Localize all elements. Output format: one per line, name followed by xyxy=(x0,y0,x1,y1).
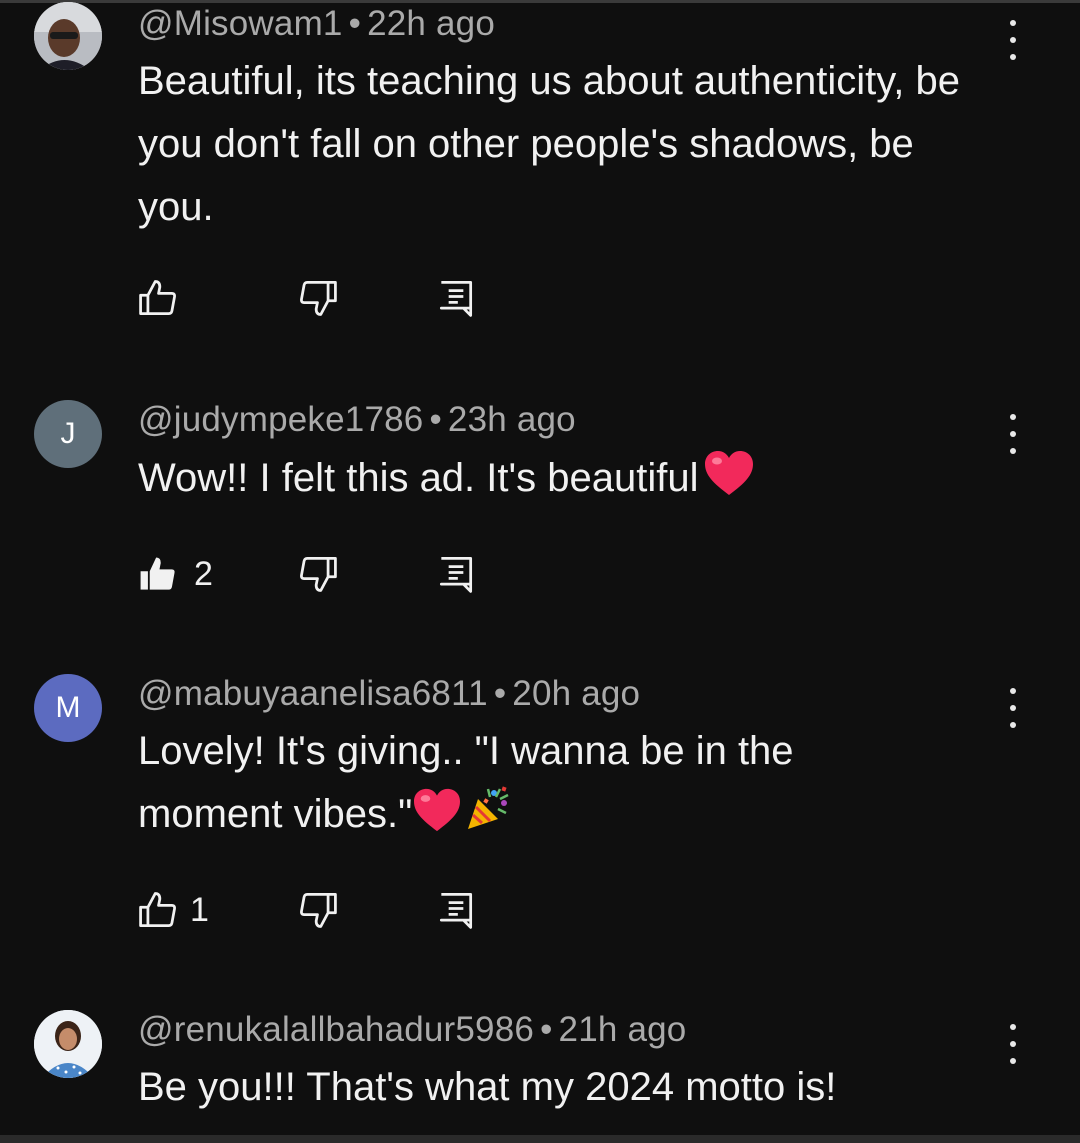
more-vert-icon[interactable] xyxy=(996,688,1030,728)
thumb-up-filled-icon xyxy=(140,557,175,590)
heart-emoji-icon xyxy=(412,787,462,852)
meta-separator: • xyxy=(429,400,442,439)
more-vert-icon[interactable] xyxy=(996,1024,1030,1064)
dislike-button[interactable] xyxy=(296,276,340,320)
comment-reply-icon xyxy=(439,281,473,317)
comment-text: Be you!!! That's what my 2024 motto is! xyxy=(138,1065,837,1109)
comment-text-container: Lovely! It's giving.. "I wanna be in the… xyxy=(138,720,858,852)
like-button[interactable] xyxy=(136,276,180,320)
like-button[interactable]: 1 xyxy=(136,888,209,932)
comment-author[interactable]: @judympeke1786 xyxy=(138,400,423,439)
thumb-down-icon xyxy=(300,893,337,928)
avatar-photo-icon xyxy=(34,1010,102,1078)
avatar[interactable] xyxy=(34,2,102,70)
meta-separator: • xyxy=(493,674,507,713)
reply-button[interactable] xyxy=(434,276,478,320)
avatar[interactable] xyxy=(34,1010,102,1078)
avatar-photo-icon xyxy=(34,2,102,70)
avatar[interactable]: M xyxy=(34,674,102,742)
thumb-up-icon xyxy=(139,892,176,927)
more-vert-icon[interactable] xyxy=(996,20,1030,60)
reply-button[interactable] xyxy=(434,552,478,596)
avatar[interactable]: J xyxy=(34,400,102,468)
comment-reply-icon xyxy=(439,557,473,593)
comment-author[interactable]: @mabuyaanelisa6811 xyxy=(138,674,488,713)
heart-emoji-icon xyxy=(703,449,755,516)
like-count: 1 xyxy=(190,890,209,929)
avatar-letter: M xyxy=(55,691,81,724)
comment-author[interactable]: @Misowam1 xyxy=(138,4,343,43)
meta-separator: • xyxy=(540,1010,553,1049)
avatar-letter: J xyxy=(60,417,76,450)
thumb-up-icon xyxy=(139,280,176,315)
thumb-down-icon xyxy=(300,557,337,592)
comment-text: Wow!! I felt this ad. It's beautiful xyxy=(138,456,699,500)
comment-meta: @mabuyaanelisa6811 • 20h ago xyxy=(138,674,640,714)
thumb-down-icon xyxy=(300,281,337,316)
top-divider xyxy=(0,0,1080,3)
more-vert-icon[interactable] xyxy=(996,414,1030,454)
reply-button[interactable] xyxy=(434,888,478,932)
comment-author[interactable]: @renukalallbahadur5986 xyxy=(138,1010,534,1049)
comment-reply-icon xyxy=(439,893,473,929)
bottom-divider xyxy=(0,1135,1080,1143)
like-count: 2 xyxy=(194,554,213,593)
comment-meta: @Misowam1 • 22h ago xyxy=(138,4,495,44)
comment-time: 20h ago xyxy=(512,674,641,713)
like-button[interactable]: 2 xyxy=(136,552,213,596)
comment-time: 21h ago xyxy=(558,1010,687,1049)
dislike-button[interactable] xyxy=(296,888,340,932)
meta-separator: • xyxy=(348,4,362,43)
dislike-button[interactable] xyxy=(296,552,340,596)
comment-time: 22h ago xyxy=(367,4,495,43)
comment-time: 23h ago xyxy=(447,400,576,439)
comment-text-container: Wow!! I felt this ad. It's beautiful xyxy=(138,447,998,516)
comment-text: Beautiful, its teaching us about authent… xyxy=(138,59,961,229)
party-popper-emoji-icon xyxy=(464,785,512,852)
comment-meta: @judympeke1786 • 23h ago xyxy=(138,400,576,440)
comment-meta: @renukalallbahadur5986 • 21h ago xyxy=(138,1010,686,1050)
